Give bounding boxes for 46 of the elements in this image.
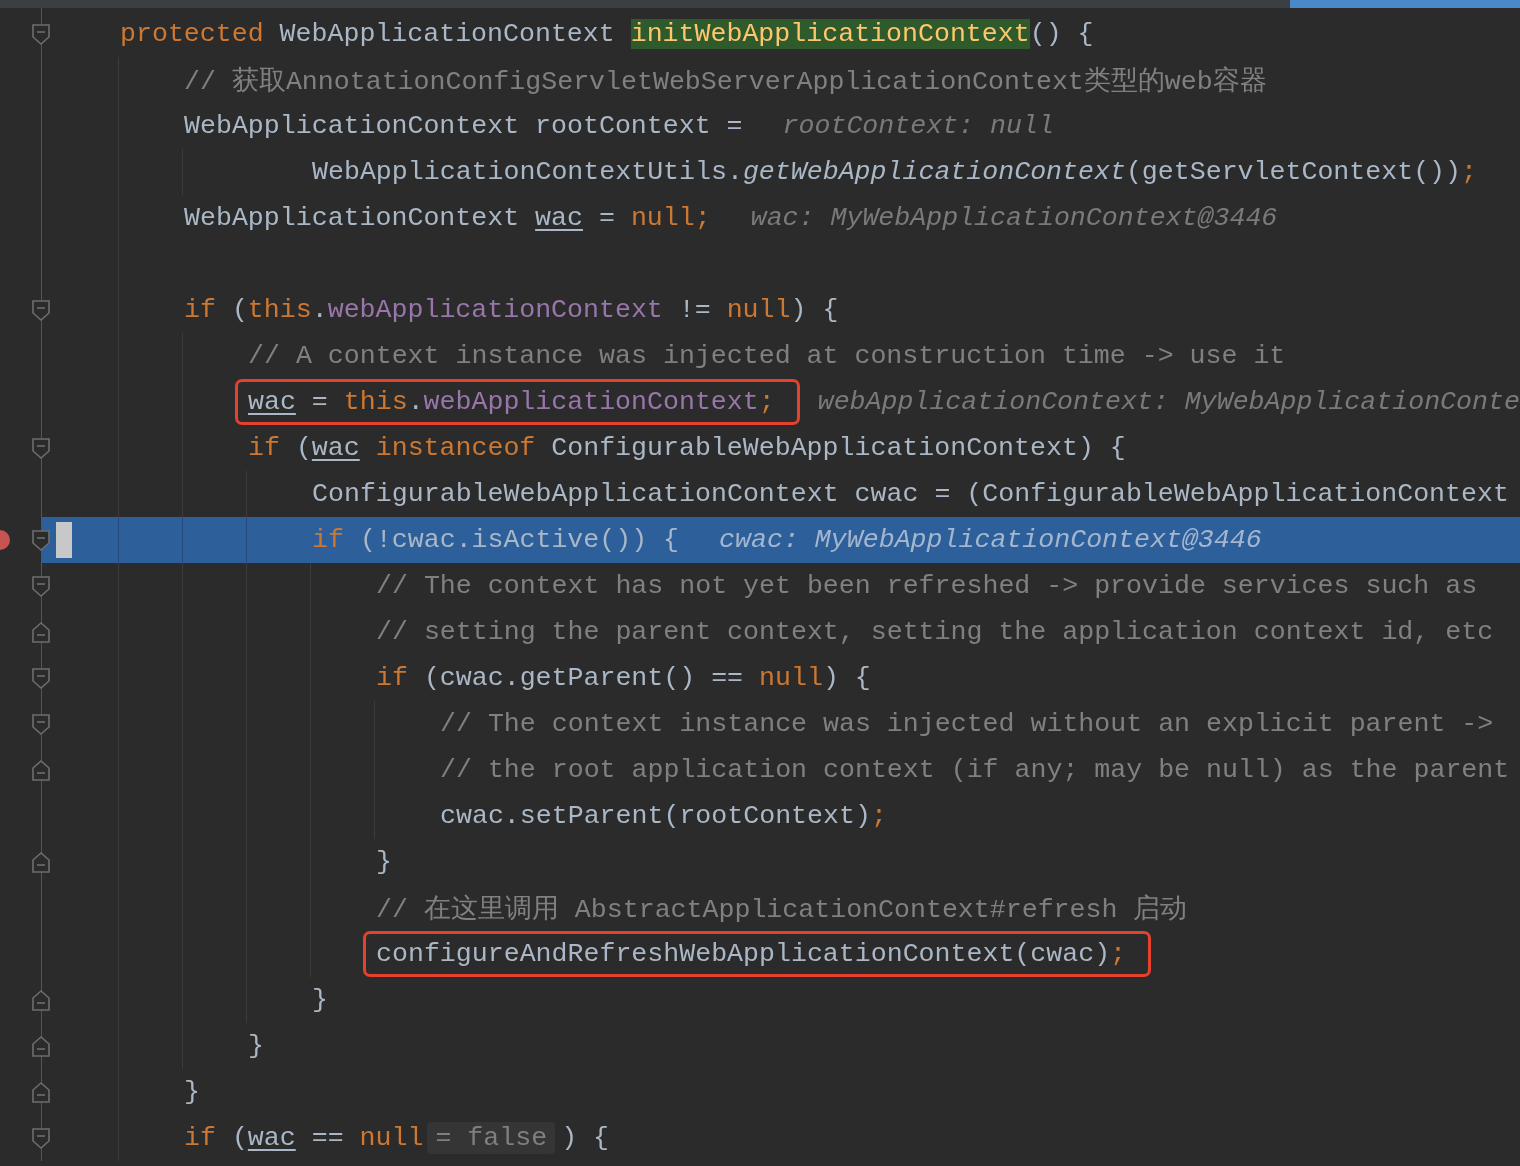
fold-icon[interactable] <box>31 299 51 322</box>
code-comment: // the root application context (if any; may be null) as the parent <box>440 755 1510 785</box>
code-line: if (cwac.getParent() == null) { <box>376 663 871 693</box>
code-comment: // 获取AnnotationConfigServletWebServerApplicationContext类型的web容器 <box>184 65 1267 98</box>
code-line: protected WebApplicationContext initWebApplicationContext() { <box>120 19 1094 49</box>
code-line: wac = this.webApplicationContext; <box>248 387 775 417</box>
code-line: } <box>312 985 328 1015</box>
debug-value-hint: rootContext: null <box>782 111 1054 141</box>
code-line: if (wac instanceof ConfigurableWebApplicationContext) { <box>248 433 1126 463</box>
inline-value-hint: = false <box>427 1122 556 1154</box>
fold-icon[interactable] <box>31 1081 51 1104</box>
code-line: if (this.webApplicationContext != null) { <box>184 295 839 325</box>
code-line: if (!cwac.isActive()) { <box>312 525 680 555</box>
code-line: WebApplicationContext wac = null; <box>184 203 711 233</box>
fold-icon[interactable] <box>31 529 51 552</box>
cursor-block <box>56 522 72 558</box>
fold-icon[interactable] <box>31 1035 51 1058</box>
fold-icon[interactable] <box>31 759 51 782</box>
code-line: WebApplicationContextUtils.getWebApplicationContext(getServletContext()); <box>312 157 1477 187</box>
fold-icon[interactable] <box>31 851 51 874</box>
code-line: ConfigurableWebApplicationContext cwac = (ConfigurableWebApplicationContext <box>312 479 1509 509</box>
code-comment: // setting the parent context, setting the application context id, etc <box>376 617 1494 647</box>
code-line: } <box>248 1031 264 1061</box>
fold-icon[interactable] <box>31 575 51 598</box>
fold-icon[interactable] <box>31 621 51 644</box>
code-line: configureAndRefreshWebApplicationContext(cwac); <box>376 939 1127 969</box>
code-comment: // The context instance was injected without an explicit parent -> <box>440 709 1494 739</box>
fold-icon[interactable] <box>31 1127 51 1150</box>
code-line: } <box>184 1077 200 1107</box>
fold-icon[interactable] <box>31 989 51 1012</box>
code-line: cwac.setParent(rootContext); <box>440 801 887 831</box>
code-line: WebApplicationContext rootContext = <box>184 111 743 141</box>
debug-value-hint: cwac: MyWebApplicationContext@3446 <box>719 525 1262 555</box>
fold-icon[interactable] <box>31 437 51 460</box>
code-line: if (wac == null <box>184 1123 424 1153</box>
debug-value-hint: wac: MyWebApplicationContext@3446 <box>750 203 1278 233</box>
debug-value-hint: webApplicationContext: MyWebApplicationConte <box>817 387 1520 417</box>
fold-icon[interactable] <box>31 23 51 46</box>
code-line: ) { <box>561 1123 610 1153</box>
scrollbar-thumb[interactable] <box>1290 0 1520 8</box>
fold-icon[interactable] <box>31 713 51 736</box>
fold-icon[interactable] <box>31 667 51 690</box>
code-comment: // The context has not yet been refreshed -> provide services such as <box>376 571 1478 601</box>
code-line: } <box>376 847 392 877</box>
code-comment: // A context instance was injected at construction time -> use it <box>248 341 1286 371</box>
code-comment: // 在这里调用 AbstractApplicationContext#refresh 启动 <box>376 893 1188 926</box>
